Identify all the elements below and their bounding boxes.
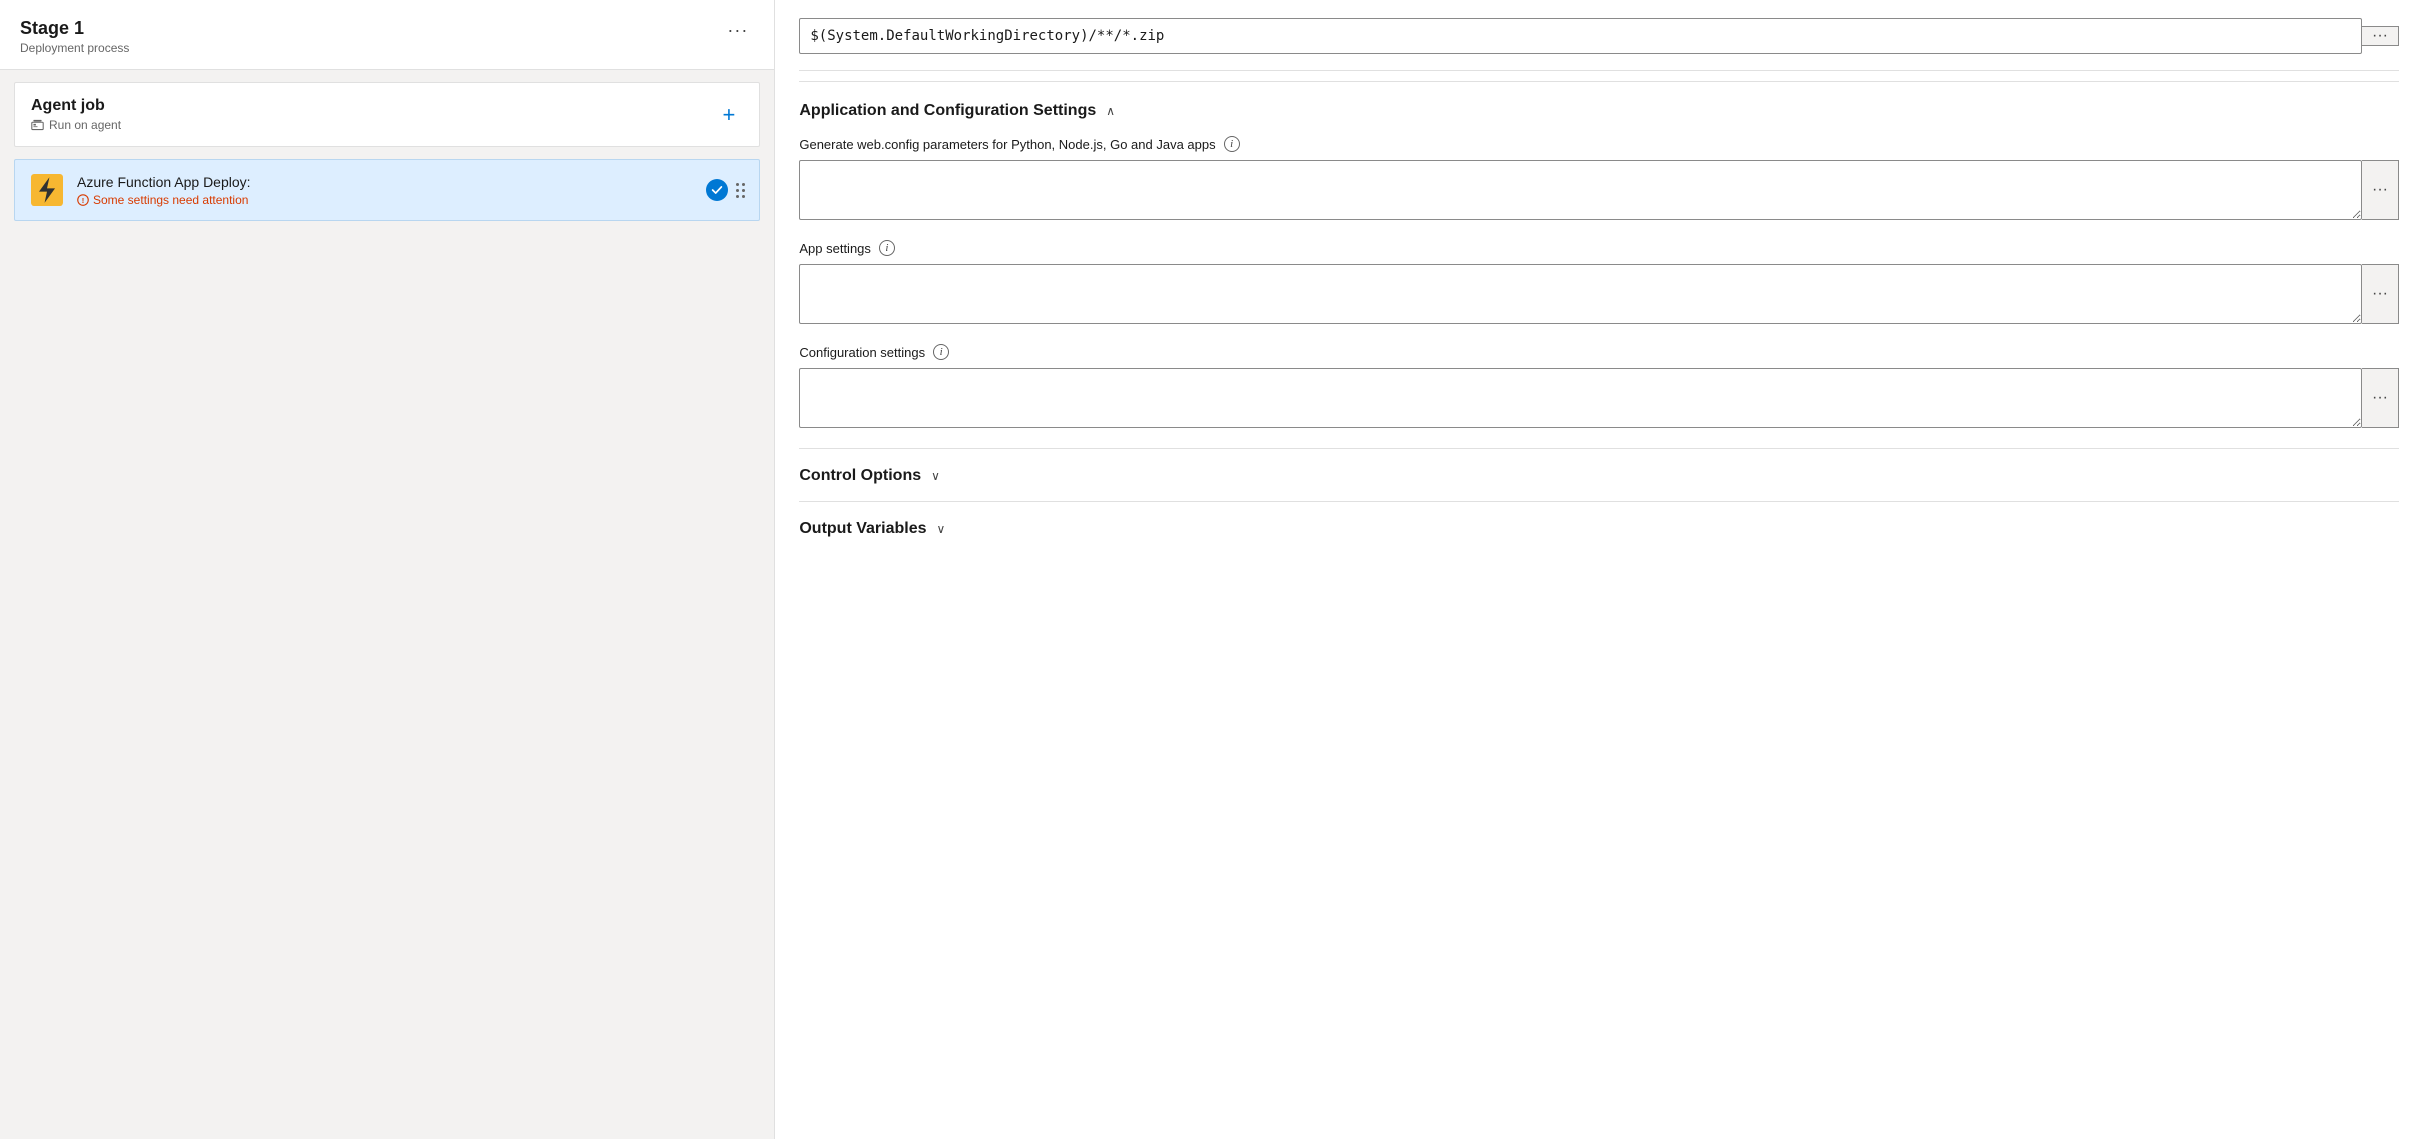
generate-input[interactable]	[799, 160, 2362, 220]
task-title: Azure Function App Deploy:	[77, 174, 694, 190]
config-settings-info-icon[interactable]: i	[933, 344, 949, 360]
right-panel: ··· Application and Configuration Settin…	[775, 0, 2423, 1139]
stage-subtitle: Deployment process	[20, 41, 129, 55]
agent-icon	[31, 119, 44, 132]
output-variables-title: Output Variables	[799, 520, 926, 538]
task-item[interactable]: Azure Function App Deploy: ! Some settin…	[14, 159, 760, 221]
svg-text:!: !	[82, 196, 85, 205]
app-config-section-header: Application and Configuration Settings ∧	[799, 81, 2399, 136]
config-settings-label-row: Configuration settings i	[799, 344, 2399, 360]
control-options-title: Control Options	[799, 467, 921, 485]
config-settings-input-row: ···	[799, 368, 2399, 428]
app-settings-input-row: ···	[799, 264, 2399, 324]
agent-job-info: Agent job Run on agent	[31, 97, 121, 132]
output-variables-chevron[interactable]: ∨	[937, 522, 946, 536]
control-options-section[interactable]: Control Options ∨	[799, 448, 2399, 501]
config-settings-input[interactable]	[799, 368, 2362, 428]
agent-job-title: Agent job	[31, 97, 121, 115]
drag-handle[interactable]	[736, 183, 745, 198]
zip-path-more-button[interactable]: ···	[2362, 26, 2399, 46]
generate-label: Generate web.config parameters for Pytho…	[799, 137, 1215, 152]
app-settings-info-icon[interactable]: i	[879, 240, 895, 256]
top-input-area: ···	[799, 0, 2399, 71]
app-settings-input[interactable]	[799, 264, 2362, 324]
config-settings-label: Configuration settings	[799, 345, 925, 360]
zip-path-input[interactable]	[799, 18, 2362, 54]
stage-header: Stage 1 Deployment process ···	[0, 0, 774, 70]
config-settings-field: Configuration settings i ···	[799, 344, 2399, 428]
task-info: Azure Function App Deploy: ! Some settin…	[77, 174, 694, 207]
app-config-title: Application and Configuration Settings	[799, 102, 1096, 120]
agent-job-subtitle: Run on agent	[31, 118, 121, 132]
top-value-row: ···	[799, 18, 2399, 54]
generate-field-label-row: Generate web.config parameters for Pytho…	[799, 136, 2399, 152]
agent-job-section: Agent job Run on agent +	[14, 82, 760, 147]
agent-job-subtitle-text: Run on agent	[49, 118, 121, 132]
app-settings-more-button[interactable]: ···	[2362, 264, 2399, 324]
generate-field: Generate web.config parameters for Pytho…	[799, 136, 2399, 220]
check-circle	[706, 179, 728, 201]
task-actions	[706, 179, 745, 201]
stage-title: Stage 1	[20, 18, 129, 39]
app-settings-label: App settings	[799, 241, 871, 256]
task-icon	[29, 172, 65, 208]
output-variables-section[interactable]: Output Variables ∨	[799, 501, 2399, 538]
generate-more-button[interactable]: ···	[2362, 160, 2399, 220]
generate-info-icon[interactable]: i	[1224, 136, 1240, 152]
task-warning: ! Some settings need attention	[77, 193, 694, 207]
config-settings-more-button[interactable]: ···	[2362, 368, 2399, 428]
generate-input-row: ···	[799, 160, 2399, 220]
warning-icon: !	[77, 194, 89, 206]
control-options-chevron[interactable]: ∨	[931, 469, 940, 483]
app-settings-label-row: App settings i	[799, 240, 2399, 256]
add-task-button[interactable]: +	[715, 100, 744, 130]
stage-more-button[interactable]: ···	[721, 18, 754, 43]
app-settings-field: App settings i ···	[799, 240, 2399, 324]
stage-info: Stage 1 Deployment process	[20, 18, 129, 55]
left-panel: Stage 1 Deployment process ··· Agent job…	[0, 0, 775, 1139]
app-config-chevron[interactable]: ∧	[1106, 104, 1115, 118]
